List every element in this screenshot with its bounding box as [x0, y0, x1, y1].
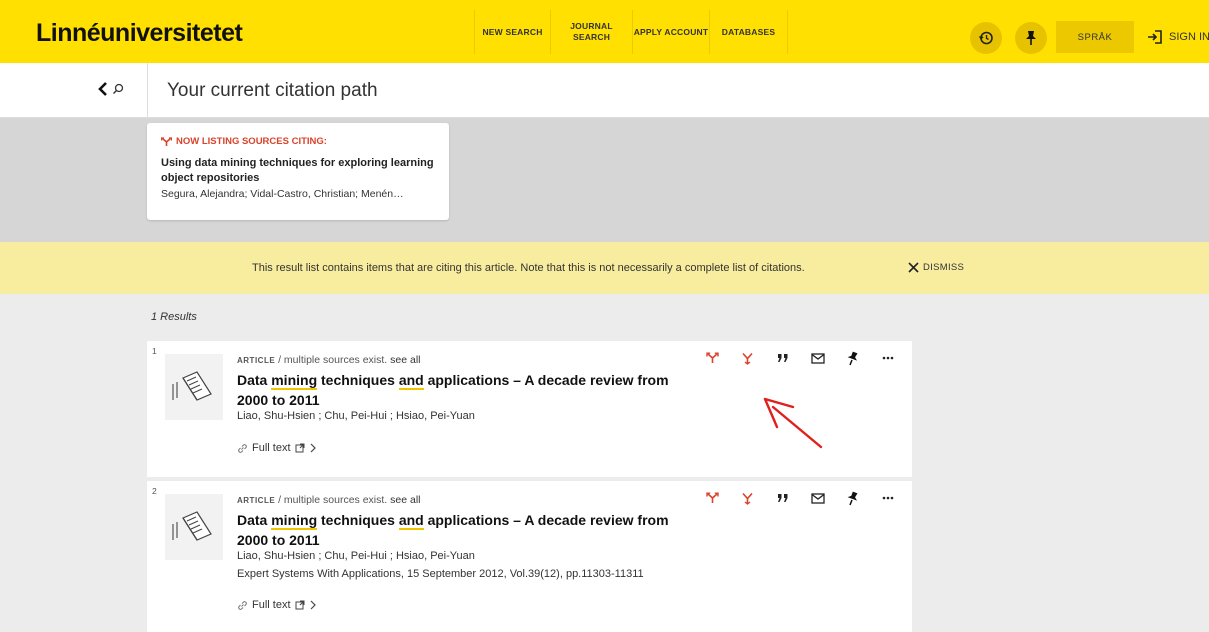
title-highlight: and [398, 512, 424, 530]
result-item[interactable]: 2 ARTICLE / multiple sources exist. see … [147, 481, 912, 632]
full-text-label: Full text [252, 599, 291, 611]
citing-icon [706, 352, 719, 363]
citing-title: Using data mining techniques for explori… [161, 157, 434, 184]
sign-in-label: SIGN IN [1169, 31, 1209, 43]
cited-by-button[interactable] [736, 348, 759, 368]
link-icon [238, 443, 247, 453]
more-actions-button[interactable] [876, 348, 899, 368]
email-icon [810, 492, 825, 504]
result-type-line: ARTICLE / multiple sources exist. see al… [237, 354, 421, 366]
pin-button[interactable] [841, 488, 864, 508]
result-number: 2 [152, 486, 157, 496]
pin-icon [1026, 31, 1036, 45]
result-authors: Liao, Shu-Hsien ; Chu, Pei-Hui ; Hsiao, … [237, 550, 475, 562]
sources-note: / multiple sources exist. [278, 494, 388, 506]
article-thumbnail [165, 354, 223, 420]
citing-button[interactable] [701, 348, 724, 368]
sign-in-button[interactable]: SIGN IN [1147, 24, 1209, 50]
nav-apply-account[interactable]: APPLY ACCOUNT [633, 10, 709, 54]
citation-notice: This result list contains items that are… [0, 242, 1209, 294]
path-divider [147, 63, 148, 118]
email-icon [810, 352, 825, 364]
result-authors: Liao, Shu-Hsien ; Chu, Pei-Hui ; Hsiao, … [237, 410, 475, 422]
email-button[interactable] [806, 488, 829, 508]
sources-note: / multiple sources exist. [278, 354, 388, 366]
top-header: Linnéuniversitetet NEW SEARCH JOURNAL SE… [0, 0, 1209, 63]
result-actions [701, 488, 911, 508]
full-text-link[interactable]: Full text [237, 442, 317, 454]
result-source: Expert Systems With Applications, 15 Sep… [237, 568, 644, 580]
more-icon [882, 496, 893, 500]
link-icon [238, 600, 247, 610]
more-actions-button[interactable] [876, 488, 899, 508]
pin-button[interactable] [841, 348, 864, 368]
logo[interactable]: Linnéuniversitetet [36, 19, 243, 48]
cited-by-icon [742, 352, 753, 365]
nav-databases[interactable]: DATABASES [710, 10, 787, 54]
nav-journal-search[interactable]: JOURNAL SEARCH [551, 10, 632, 54]
result-number: 1 [152, 346, 157, 356]
title-part: Data [237, 512, 272, 528]
result-actions [701, 348, 911, 368]
dismiss-label: DISMISS [923, 262, 965, 273]
title-part: techniques [317, 372, 399, 388]
history-icon [978, 31, 993, 45]
result-type: ARTICLE [237, 496, 276, 505]
pin-icon [847, 491, 858, 505]
citing-label: NOW LISTING SOURCES CITING: [176, 136, 327, 147]
nav-divider [787, 10, 788, 54]
see-all-link[interactable]: see all [390, 494, 420, 506]
notice-message: This result list contains items that are… [252, 262, 805, 274]
title-highlight: mining [271, 372, 318, 390]
cited-by-button[interactable] [736, 488, 759, 508]
citation-path-toggle[interactable] [97, 81, 124, 97]
citing-icon [706, 492, 719, 503]
title-highlight: and [398, 372, 424, 390]
external-link-icon [295, 600, 305, 610]
chevron-left-icon [98, 82, 107, 96]
chevron-right-icon [310, 443, 316, 453]
sign-in-icon [1148, 30, 1162, 44]
close-icon [908, 262, 919, 273]
title-part: Data [237, 372, 272, 388]
result-type-line: ARTICLE / multiple sources exist. see al… [237, 494, 421, 506]
citing-button[interactable] [701, 488, 724, 508]
cited-by-icon [742, 492, 753, 505]
language-button[interactable]: SPRÅK [1056, 21, 1134, 53]
email-button[interactable] [806, 348, 829, 368]
pinned-items-button[interactable] [1015, 22, 1047, 54]
search-icon [113, 83, 124, 94]
quote-icon [777, 354, 787, 362]
nav-new-search[interactable]: NEW SEARCH [475, 10, 550, 54]
history-button[interactable] [970, 22, 1002, 54]
result-title[interactable]: Data mining techniques and applications … [237, 370, 687, 410]
title-highlight: mining [271, 512, 318, 530]
article-thumbnail [165, 494, 223, 560]
citation-path-bar: Your current citation path [0, 63, 1209, 118]
citation-path-title: Your current citation path [167, 80, 378, 101]
chevron-right-icon [310, 600, 316, 610]
citing-icon [161, 136, 172, 146]
see-all-link[interactable]: see all [390, 354, 420, 366]
citing-label-row: NOW LISTING SOURCES CITING: [161, 136, 435, 147]
result-title[interactable]: Data mining techniques and applications … [237, 510, 687, 550]
article-icon [165, 494, 223, 560]
citing-authors: Segura, Alejandra; Vidal-Castro, Christi… [161, 188, 404, 200]
title-part: techniques [317, 512, 399, 528]
full-text-link[interactable]: Full text [237, 599, 317, 611]
cite-button[interactable] [771, 348, 794, 368]
citing-source-card[interactable]: NOW LISTING SOURCES CITING: Using data m… [147, 123, 449, 220]
result-type: ARTICLE [237, 356, 276, 365]
quote-icon [777, 494, 787, 502]
pin-icon [847, 351, 858, 365]
article-icon [165, 354, 223, 420]
external-link-icon [295, 443, 305, 453]
dismiss-button[interactable]: DISMISS [908, 262, 964, 273]
full-text-label: Full text [252, 442, 291, 454]
more-icon [882, 356, 893, 360]
cite-button[interactable] [771, 488, 794, 508]
red-arrow-annotation [763, 397, 823, 449]
results-count: 1 Results [151, 311, 197, 323]
